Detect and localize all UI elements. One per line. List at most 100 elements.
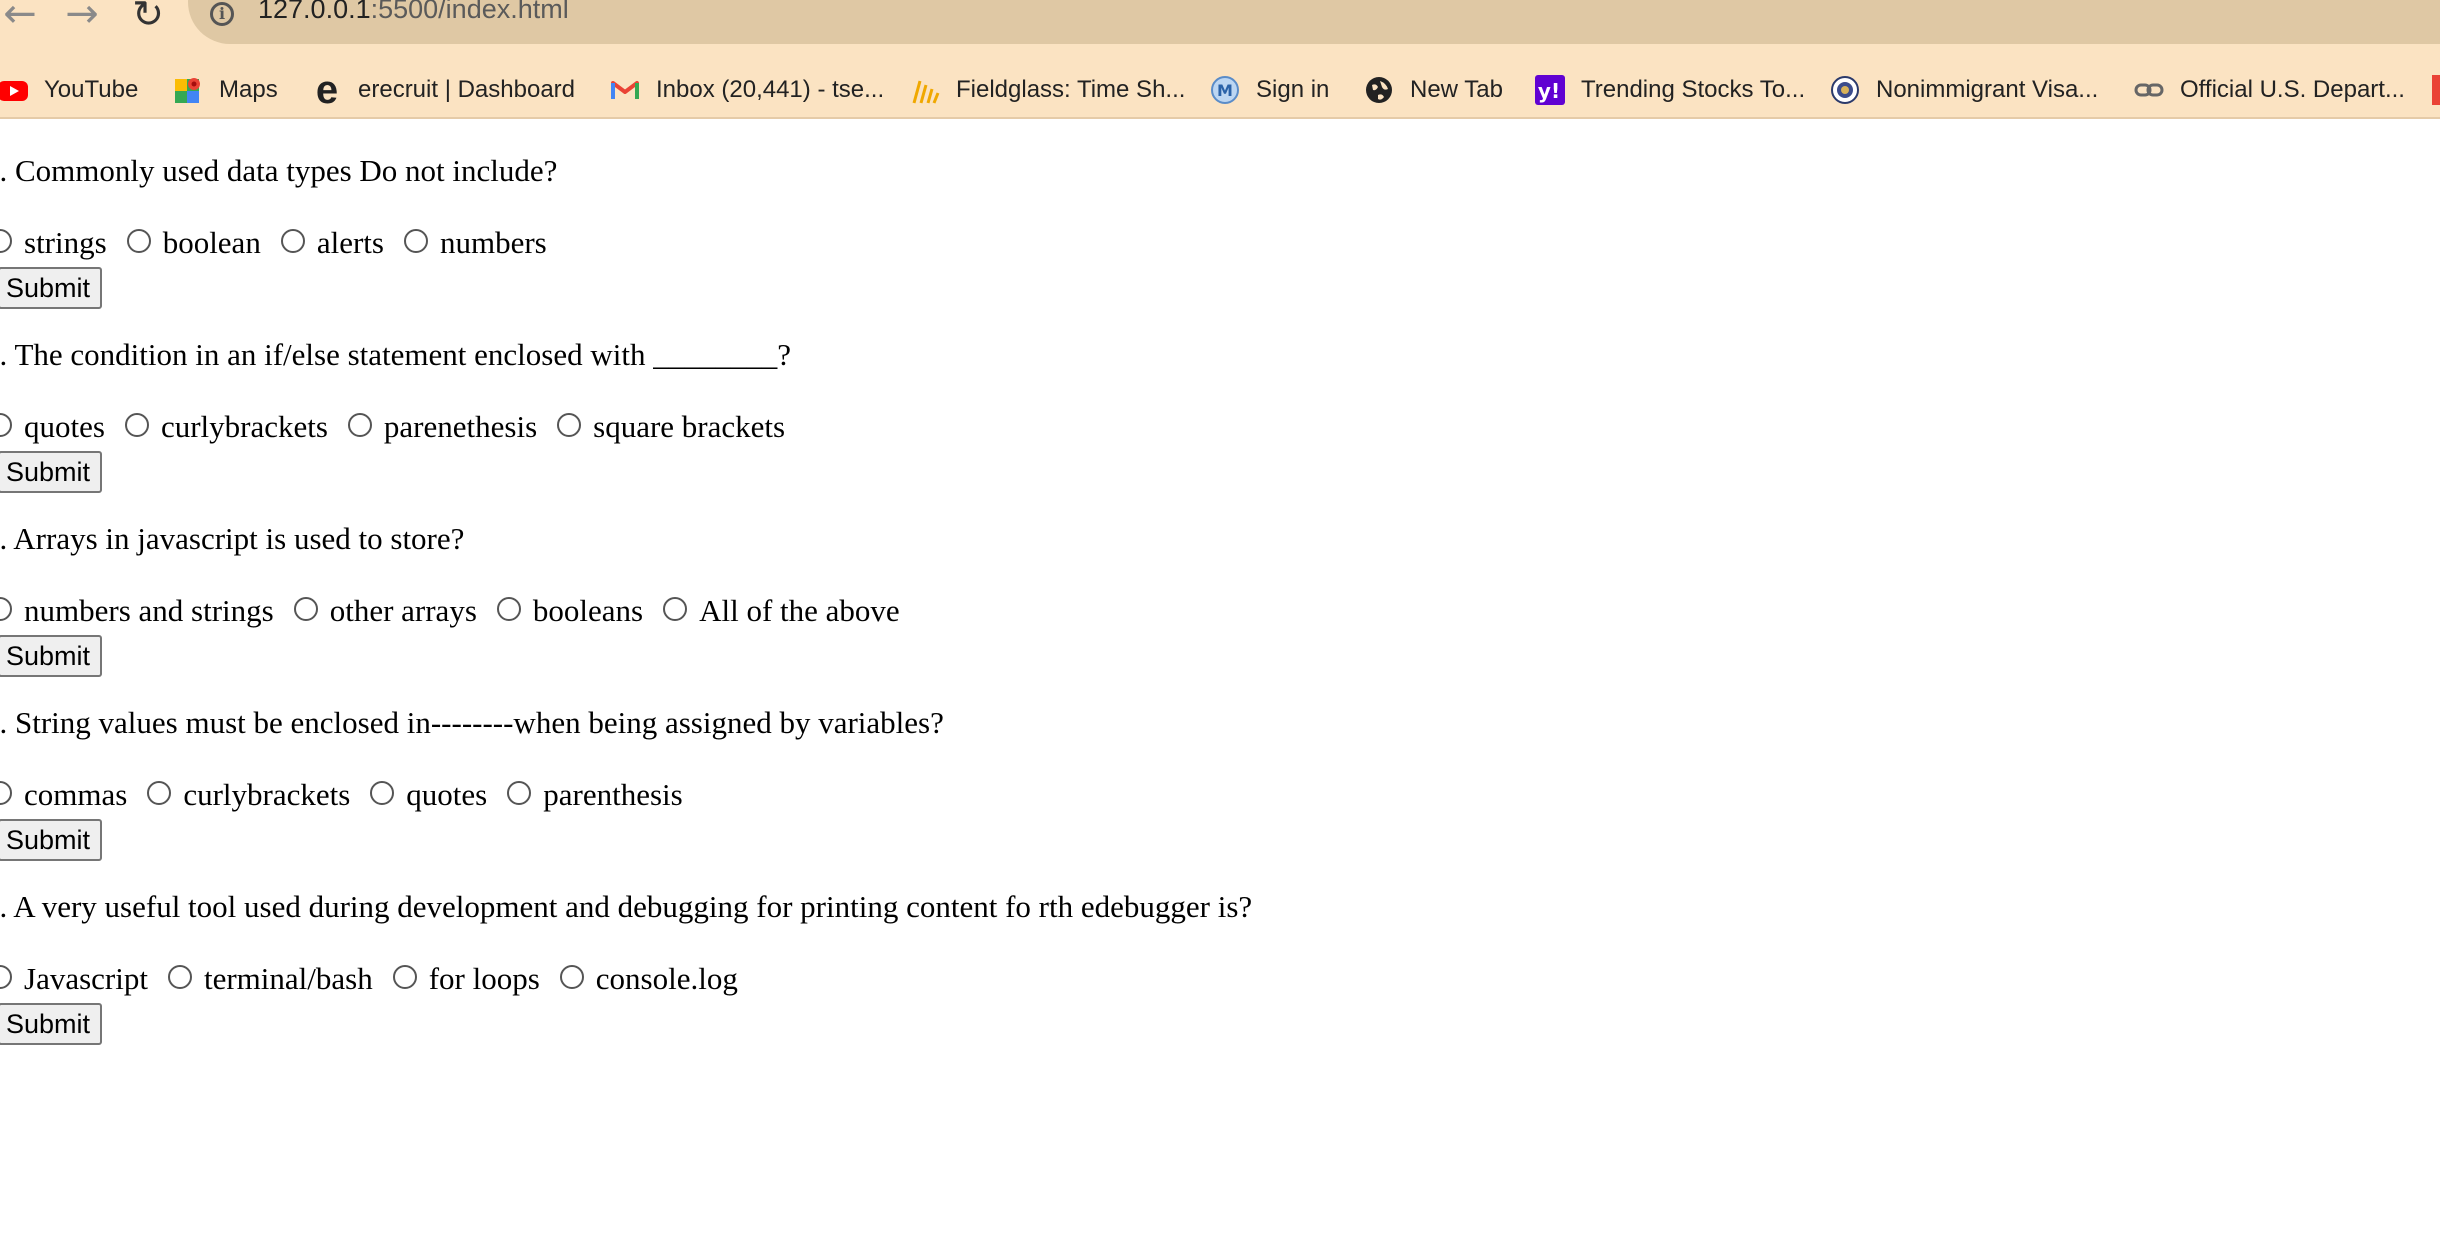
radio-button[interactable] (0, 413, 12, 437)
bookmark-label: erecruit | Dashboard (358, 75, 576, 103)
answer-option[interactable]: curlybrackets (121, 407, 328, 447)
bookmarks-bar: YouTube Maps e erecruit | Dashboard Inbo… (0, 62, 2440, 117)
option-label: strings (24, 225, 107, 260)
youtube-icon (0, 75, 28, 105)
option-label: booleans (532, 593, 644, 628)
option-label: square brackets (593, 409, 786, 444)
bookmark-label: Sign in (1256, 75, 1330, 103)
yahoo-icon: y! (1535, 74, 1565, 105)
answer-option[interactable]: parenthesis (503, 775, 683, 815)
answer-option[interactable]: alerts (277, 223, 384, 263)
option-label: for loops (428, 961, 540, 996)
answer-option[interactable]: terminal/bash (164, 959, 373, 999)
bookmark-overflow[interactable] (2432, 62, 2440, 117)
bookmark-visa[interactable]: Nonimmigrant Visa... (1830, 62, 2098, 117)
radio-button[interactable] (126, 229, 151, 253)
erecruit-icon: e (315, 67, 339, 112)
radio-button[interactable] (167, 965, 192, 989)
forward-arrow-icon[interactable]: → (62, 0, 102, 34)
answer-option[interactable]: quotes (366, 775, 487, 815)
question-text: 5. A very useful tool used during develo… (0, 889, 1253, 924)
bookmark-yahoo[interactable]: y! Trending Stocks To... (1535, 62, 1805, 117)
question-text: 3. Arrays in javascript is used to store… (0, 521, 465, 556)
svg-text:y!: y! (1538, 79, 1560, 103)
answer-options: Javascript terminal/bash for loops conso… (0, 957, 754, 1001)
bookmark-fieldglass[interactable]: Fieldglass: Time Sh... (910, 62, 1185, 117)
bookmark-maps[interactable]: Maps (173, 62, 278, 117)
answer-option[interactable]: boolean (123, 223, 261, 263)
sign-in-icon: M (1210, 75, 1240, 105)
radio-button[interactable] (507, 781, 532, 805)
radio-button[interactable] (496, 597, 521, 621)
answer-option[interactable]: All of the above (659, 591, 900, 631)
answer-option[interactable]: strings (0, 223, 107, 263)
question-text: 4. String values must be enclosed in----… (0, 705, 944, 740)
bookmark-erecruit[interactable]: e erecruit | Dashboard (312, 62, 575, 117)
bookmark-state-dept[interactable]: Official U.S. Depart... (2134, 62, 2405, 117)
radio-button[interactable] (0, 781, 12, 805)
option-label: other arrays (329, 593, 477, 628)
option-label: curlybrackets (183, 777, 351, 812)
info-icon[interactable]: i (210, 2, 234, 26)
answer-option[interactable]: numbers (400, 223, 547, 263)
option-label: alerts (316, 225, 384, 260)
option-label: Javascript (24, 961, 148, 996)
answer-options: numbers and strings other arrays boolean… (0, 589, 916, 633)
submit-button[interactable]: Submit (0, 267, 103, 309)
bookmark-sign-in[interactable]: M Sign in (1210, 62, 1329, 117)
radio-button[interactable] (293, 597, 318, 621)
answer-option[interactable]: square brackets (553, 407, 785, 447)
gmail-icon (610, 75, 640, 105)
option-label: numbers and strings (24, 593, 274, 628)
bookmark-gmail[interactable]: Inbox (20,441) - tse... (610, 62, 884, 117)
question-text: 1. Commonly used data types Do not inclu… (0, 153, 558, 188)
fieldglass-icon (910, 75, 940, 105)
url-text[interactable]: 127.0.0.1:5500/index.html (258, 0, 569, 25)
radio-button[interactable] (280, 229, 305, 253)
radio-button[interactable] (557, 413, 582, 437)
address-bar[interactable]: i 127.0.0.1:5500/index.html (188, 0, 2440, 44)
answer-option[interactable]: commas (0, 775, 127, 815)
radio-button[interactable] (403, 229, 428, 253)
answer-option[interactable]: console.log (556, 959, 738, 999)
answer-option[interactable]: Javascript (0, 959, 148, 999)
option-label: numbers (439, 225, 547, 260)
submit-button[interactable]: Submit (0, 1003, 103, 1045)
radio-button[interactable] (0, 229, 12, 253)
bookmark-new-tab[interactable]: New Tab (1364, 62, 1503, 117)
answer-option[interactable]: quotes (0, 407, 105, 447)
link-icon (2134, 75, 2164, 105)
back-arrow-icon[interactable]: ← (0, 0, 40, 34)
browser-toolbar: ← → ↻ i 127.0.0.1:5500/index.html (0, 0, 2440, 62)
radio-button[interactable] (0, 965, 12, 989)
answer-option[interactable]: booleans (493, 591, 643, 631)
option-label: boolean (162, 225, 261, 260)
bookmark-label: Trending Stocks To... (1581, 75, 1806, 103)
option-label: quotes (406, 777, 488, 812)
reload-icon[interactable]: ↻ (128, 0, 168, 33)
answer-option[interactable]: parenethesis (344, 407, 537, 447)
bookmark-youtube[interactable]: YouTube (0, 62, 138, 117)
bookmark-label: Inbox (20,441) - tse... (656, 75, 885, 103)
answer-option[interactable]: numbers and strings (0, 591, 274, 631)
radio-button[interactable] (347, 413, 372, 437)
submit-button[interactable]: Submit (0, 451, 103, 493)
answer-option[interactable]: for loops (389, 959, 540, 999)
radio-button[interactable] (0, 597, 12, 621)
radio-button[interactable] (124, 413, 149, 437)
bookmark-label: Fieldglass: Time Sh... (956, 75, 1186, 103)
answer-option[interactable]: curlybrackets (143, 775, 350, 815)
radio-button[interactable] (559, 965, 584, 989)
submit-button[interactable]: Submit (0, 635, 103, 677)
radio-button[interactable] (370, 781, 395, 805)
answer-options: quotes curlybrackets parenethesis square… (0, 405, 801, 449)
globe-icon (1364, 75, 1394, 105)
answer-option[interactable]: other arrays (290, 591, 477, 631)
radio-button[interactable] (663, 597, 688, 621)
bookmark-label: Maps (219, 75, 278, 103)
submit-button[interactable]: Submit (0, 819, 103, 861)
radio-button[interactable] (147, 781, 172, 805)
question-text: 2. The condition in an if/else statement… (0, 337, 791, 372)
option-label: parenthesis (543, 777, 683, 812)
radio-button[interactable] (392, 965, 417, 989)
